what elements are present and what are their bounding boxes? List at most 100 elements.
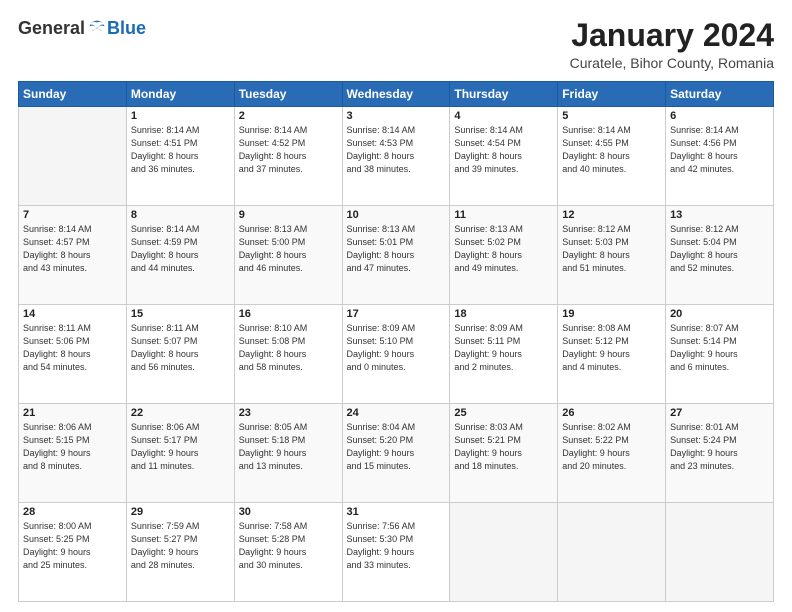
week-row-4: 21Sunrise: 8:06 AM Sunset: 5:15 PM Dayli… <box>19 404 774 503</box>
logo-bird-icon <box>87 19 107 39</box>
day-info: Sunrise: 8:14 AM Sunset: 4:55 PM Dayligh… <box>562 124 661 176</box>
day-info: Sunrise: 8:12 AM Sunset: 5:03 PM Dayligh… <box>562 223 661 275</box>
day-number: 19 <box>562 308 661 320</box>
day-number: 7 <box>23 209 122 221</box>
day-cell: 7 Sunrise: 8:14 AM Sunset: 4:57 PM Daylig… <box>19 206 127 305</box>
day-info: Sunrise: 7:56 AM Sunset: 5:30 PM Dayligh… <box>347 520 446 572</box>
day-cell <box>666 503 774 602</box>
day-number: 20 <box>670 308 769 320</box>
day-info: Sunrise: 8:02 AM Sunset: 5:22 PM Dayligh… <box>562 421 661 473</box>
day-info: Sunrise: 8:05 AM Sunset: 5:18 PM Dayligh… <box>239 421 338 473</box>
day-number: 15 <box>131 308 230 320</box>
day-info: Sunrise: 8:01 AM Sunset: 5:24 PM Dayligh… <box>670 421 769 473</box>
day-cell: 6 Sunrise: 8:14 AM Sunset: 4:56 PM Daylig… <box>666 107 774 206</box>
day-number: 4 <box>454 110 553 122</box>
day-number: 24 <box>347 407 446 419</box>
day-number: 12 <box>562 209 661 221</box>
day-info: Sunrise: 8:07 AM Sunset: 5:14 PM Dayligh… <box>670 322 769 374</box>
day-info: Sunrise: 8:13 AM Sunset: 5:02 PM Dayligh… <box>454 223 553 275</box>
day-number: 29 <box>131 506 230 518</box>
day-info: Sunrise: 8:04 AM Sunset: 5:20 PM Dayligh… <box>347 421 446 473</box>
day-info: Sunrise: 8:13 AM Sunset: 5:01 PM Dayligh… <box>347 223 446 275</box>
day-info: Sunrise: 8:08 AM Sunset: 5:12 PM Dayligh… <box>562 322 661 374</box>
day-cell <box>558 503 666 602</box>
logo-general-text: General <box>18 18 85 39</box>
day-cell <box>19 107 127 206</box>
calendar-page: General Blue January 2024 Curatele, Biho… <box>0 0 792 612</box>
day-info: Sunrise: 8:11 AM Sunset: 5:07 PM Dayligh… <box>131 322 230 374</box>
day-cell: 11Sunrise: 8:13 AM Sunset: 5:02 PM Dayli… <box>450 206 558 305</box>
day-cell: 10 Sunrise: 8:13 AM Sunset: 5:01 PM Dayli… <box>342 206 450 305</box>
day-header-thursday: Thursday <box>450 82 558 107</box>
logo: General Blue <box>18 18 146 39</box>
week-row-5: 28 Sunrise: 8:00 AM Sunset: 5:25 PM Dayli… <box>19 503 774 602</box>
day-number: 10 <box>347 209 446 221</box>
day-cell: 19 Sunrise: 8:08 AM Sunset: 5:12 PM Dayli… <box>558 305 666 404</box>
day-number: 27 <box>670 407 769 419</box>
day-info: Sunrise: 8:09 AM Sunset: 5:10 PM Dayligh… <box>347 322 446 374</box>
day-cell: 4 Sunrise: 8:14 AM Sunset: 4:54 PM Daylig… <box>450 107 558 206</box>
calendar-header-row: SundayMondayTuesdayWednesdayThursdayFrid… <box>19 82 774 107</box>
calendar-table: SundayMondayTuesdayWednesdayThursdayFrid… <box>18 81 774 602</box>
day-number: 9 <box>239 209 338 221</box>
day-cell: 24 Sunrise: 8:04 AM Sunset: 5:20 PM Dayli… <box>342 404 450 503</box>
day-number: 13 <box>670 209 769 221</box>
day-cell: 8Sunrise: 8:14 AM Sunset: 4:59 PM Daylig… <box>126 206 234 305</box>
title-block: January 2024 Curatele, Bihor County, Rom… <box>570 18 774 71</box>
day-cell: 18Sunrise: 8:09 AM Sunset: 5:11 PM Dayli… <box>450 305 558 404</box>
week-row-1: 1Sunrise: 8:14 AM Sunset: 4:51 PM Daylig… <box>19 107 774 206</box>
day-number: 31 <box>347 506 446 518</box>
day-number: 21 <box>23 407 122 419</box>
day-cell: 29 Sunrise: 7:59 AM Sunset: 5:27 PM Dayli… <box>126 503 234 602</box>
day-number: 22 <box>131 407 230 419</box>
day-cell: 5 Sunrise: 8:14 AM Sunset: 4:55 PM Daylig… <box>558 107 666 206</box>
week-row-3: 14 Sunrise: 8:11 AM Sunset: 5:06 PM Dayli… <box>19 305 774 404</box>
day-number: 18 <box>454 308 553 320</box>
day-number: 28 <box>23 506 122 518</box>
day-cell: 28 Sunrise: 8:00 AM Sunset: 5:25 PM Dayli… <box>19 503 127 602</box>
day-info: Sunrise: 8:12 AM Sunset: 5:04 PM Dayligh… <box>670 223 769 275</box>
day-info: Sunrise: 8:14 AM Sunset: 4:56 PM Dayligh… <box>670 124 769 176</box>
day-info: Sunrise: 8:14 AM Sunset: 4:53 PM Dayligh… <box>347 124 446 176</box>
day-header-saturday: Saturday <box>666 82 774 107</box>
day-header-tuesday: Tuesday <box>234 82 342 107</box>
day-cell: 21Sunrise: 8:06 AM Sunset: 5:15 PM Dayli… <box>19 404 127 503</box>
subtitle: Curatele, Bihor County, Romania <box>570 55 774 71</box>
day-cell: 2 Sunrise: 8:14 AM Sunset: 4:52 PM Daylig… <box>234 107 342 206</box>
day-cell: 22Sunrise: 8:06 AM Sunset: 5:17 PM Dayli… <box>126 404 234 503</box>
day-info: Sunrise: 7:59 AM Sunset: 5:27 PM Dayligh… <box>131 520 230 572</box>
day-number: 14 <box>23 308 122 320</box>
day-header-sunday: Sunday <box>19 82 127 107</box>
day-cell <box>450 503 558 602</box>
day-number: 23 <box>239 407 338 419</box>
day-info: Sunrise: 7:58 AM Sunset: 5:28 PM Dayligh… <box>239 520 338 572</box>
day-info: Sunrise: 8:03 AM Sunset: 5:21 PM Dayligh… <box>454 421 553 473</box>
day-number: 5 <box>562 110 661 122</box>
day-info: Sunrise: 8:00 AM Sunset: 5:25 PM Dayligh… <box>23 520 122 572</box>
day-number: 3 <box>347 110 446 122</box>
day-info: Sunrise: 8:14 AM Sunset: 4:57 PM Dayligh… <box>23 223 122 275</box>
day-cell: 31 Sunrise: 7:56 AM Sunset: 5:30 PM Dayli… <box>342 503 450 602</box>
day-info: Sunrise: 8:14 AM Sunset: 4:59 PM Dayligh… <box>131 223 230 275</box>
day-info: Sunrise: 8:14 AM Sunset: 4:52 PM Dayligh… <box>239 124 338 176</box>
day-cell: 1Sunrise: 8:14 AM Sunset: 4:51 PM Daylig… <box>126 107 234 206</box>
day-info: Sunrise: 8:11 AM Sunset: 5:06 PM Dayligh… <box>23 322 122 374</box>
day-number: 16 <box>239 308 338 320</box>
day-header-wednesday: Wednesday <box>342 82 450 107</box>
day-header-friday: Friday <box>558 82 666 107</box>
day-cell: 25Sunrise: 8:03 AM Sunset: 5:21 PM Dayli… <box>450 404 558 503</box>
day-info: Sunrise: 8:13 AM Sunset: 5:00 PM Dayligh… <box>239 223 338 275</box>
main-title: January 2024 <box>570 18 774 53</box>
day-number: 2 <box>239 110 338 122</box>
week-row-2: 7 Sunrise: 8:14 AM Sunset: 4:57 PM Daylig… <box>19 206 774 305</box>
day-cell: 14 Sunrise: 8:11 AM Sunset: 5:06 PM Dayli… <box>19 305 127 404</box>
day-info: Sunrise: 8:14 AM Sunset: 4:54 PM Dayligh… <box>454 124 553 176</box>
day-cell: 23 Sunrise: 8:05 AM Sunset: 5:18 PM Dayli… <box>234 404 342 503</box>
day-cell: 26 Sunrise: 8:02 AM Sunset: 5:22 PM Dayli… <box>558 404 666 503</box>
day-info: Sunrise: 8:10 AM Sunset: 5:08 PM Dayligh… <box>239 322 338 374</box>
day-number: 6 <box>670 110 769 122</box>
day-cell: 30Sunrise: 7:58 AM Sunset: 5:28 PM Dayli… <box>234 503 342 602</box>
day-number: 26 <box>562 407 661 419</box>
day-cell: 17Sunrise: 8:09 AM Sunset: 5:10 PM Dayli… <box>342 305 450 404</box>
day-info: Sunrise: 8:14 AM Sunset: 4:51 PM Dayligh… <box>131 124 230 176</box>
